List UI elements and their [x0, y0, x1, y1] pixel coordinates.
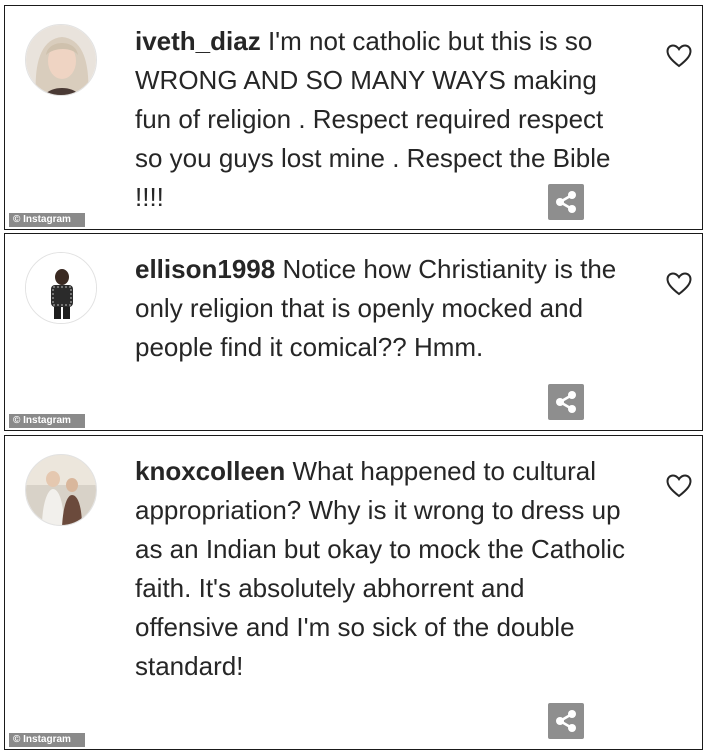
comment-text: knoxcolleen What happened to cultural ap… [135, 452, 635, 686]
share-icon [556, 710, 576, 732]
heart-icon[interactable] [666, 272, 692, 296]
instagram-watermark: © Instagram [9, 414, 85, 428]
avatar-image [26, 25, 96, 95]
comment-panel: knoxcolleen What happened to cultural ap… [4, 435, 703, 750]
heart-icon[interactable] [666, 44, 692, 68]
comment-panel: iveth_diaz I'm not catholic but this is … [4, 5, 703, 230]
avatar[interactable] [25, 252, 97, 324]
comment-body: What happened to cultural appropriation?… [135, 456, 625, 681]
avatar[interactable] [25, 24, 97, 96]
avatar[interactable] [25, 454, 97, 526]
share-icon [556, 391, 576, 413]
share-button[interactable] [548, 703, 584, 739]
username[interactable]: iveth_diaz [135, 26, 261, 56]
avatar-image [26, 253, 96, 323]
heart-icon[interactable] [666, 474, 692, 498]
username[interactable]: knoxcolleen [135, 456, 285, 486]
instagram-watermark: © Instagram [9, 733, 85, 747]
instagram-watermark: © Instagram [9, 213, 85, 227]
username[interactable]: ellison1998 [135, 254, 275, 284]
comment-text: ellison1998 Notice how Christianity is t… [135, 250, 635, 367]
avatar-image [26, 455, 96, 525]
share-icon [556, 191, 576, 213]
share-button[interactable] [548, 184, 584, 220]
share-button[interactable] [548, 384, 584, 420]
comment-panel: ellison1998 Notice how Christianity is t… [4, 233, 703, 431]
